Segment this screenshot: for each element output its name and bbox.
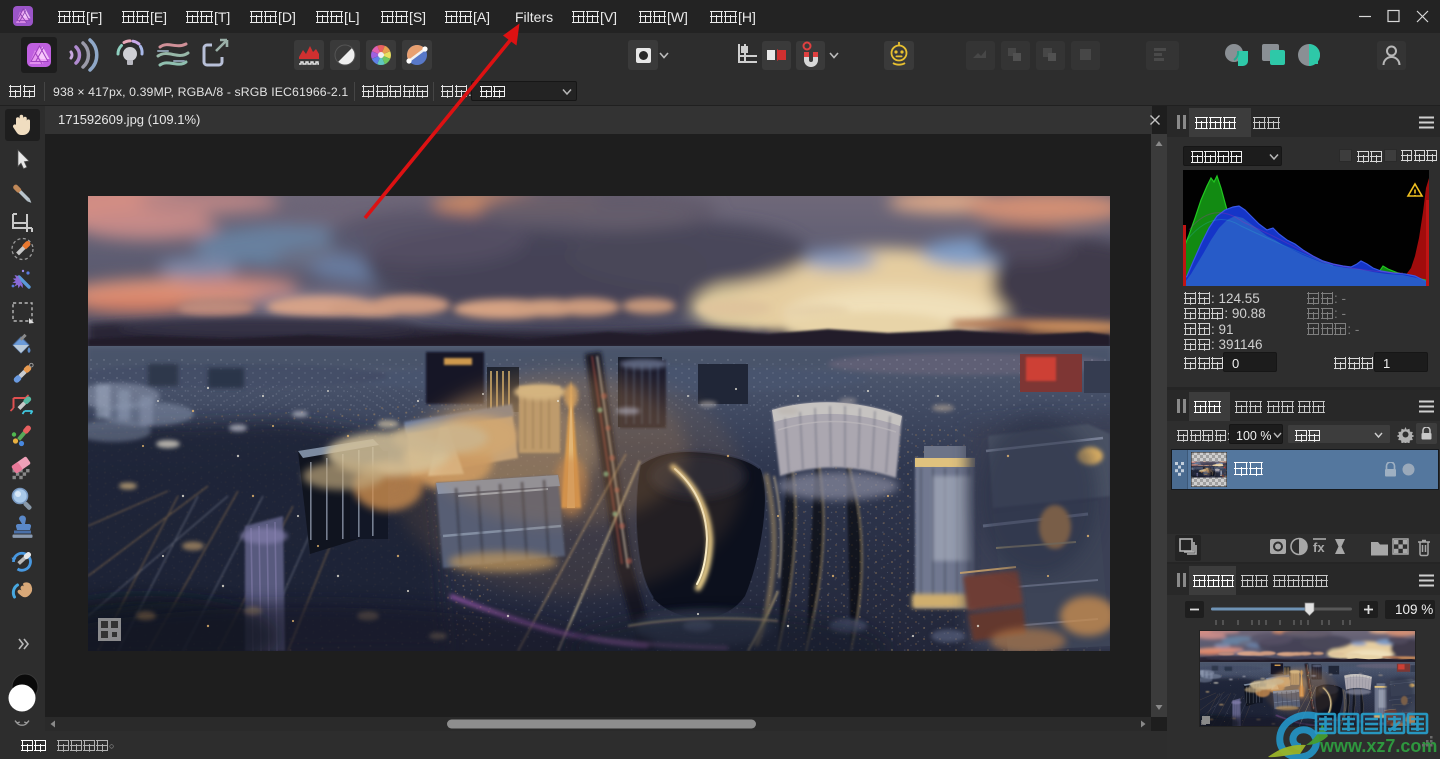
svg-text:www.xz7.com: www.xz7.com bbox=[1319, 736, 1437, 756]
svg-text:fx: fx bbox=[1313, 540, 1325, 555]
svg-text:109 %: 109 % bbox=[1395, 602, 1433, 617]
